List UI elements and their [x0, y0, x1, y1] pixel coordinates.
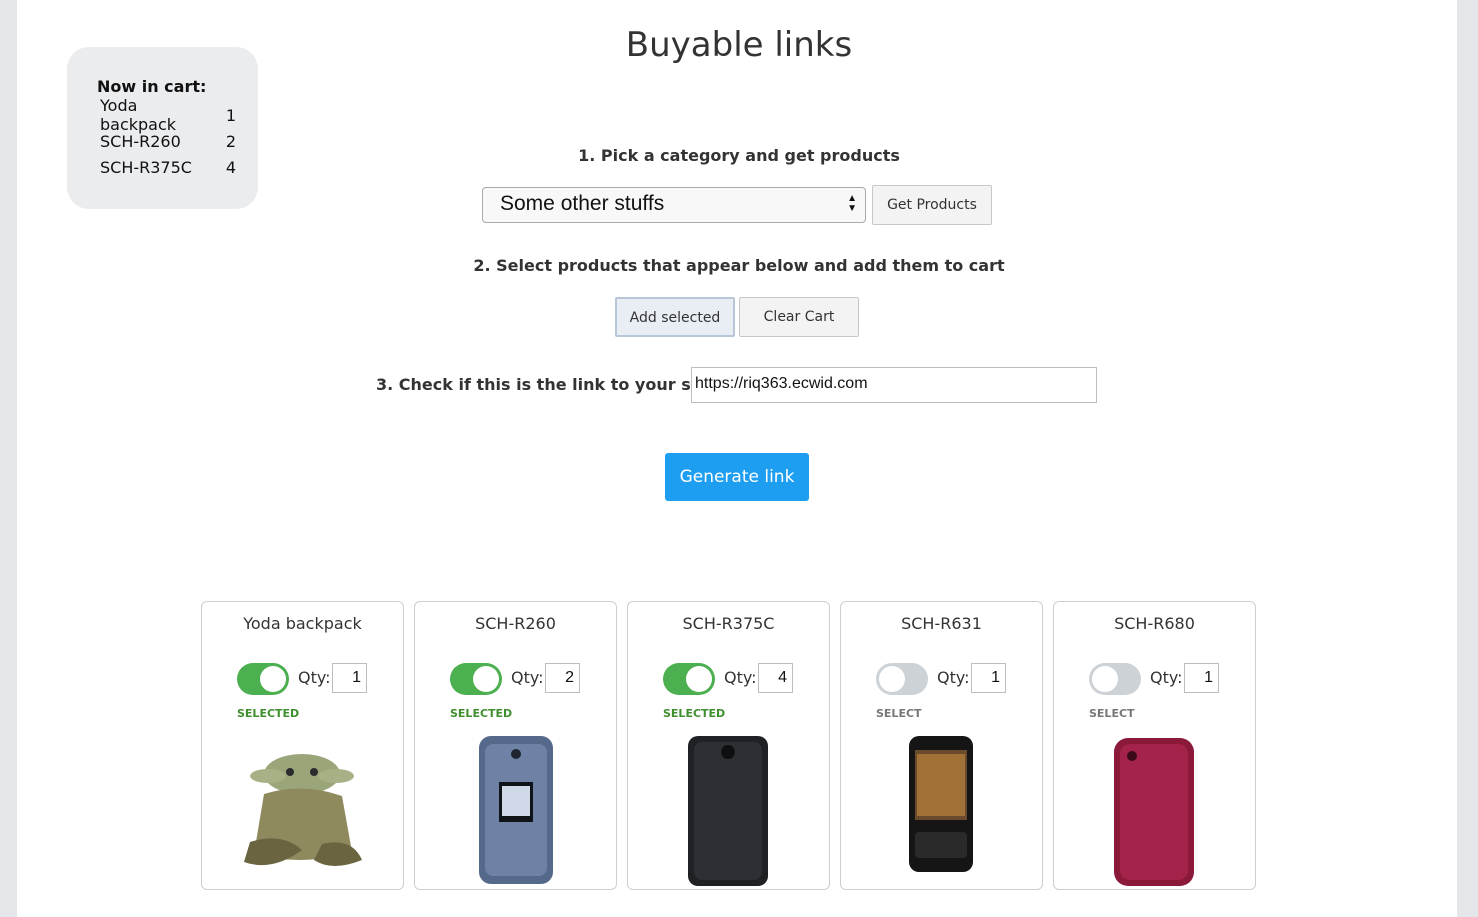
- category-select-value: Some other stuffs: [500, 192, 665, 215]
- red-phone-image: [1114, 738, 1194, 886]
- page-title: Buyable links: [625, 25, 853, 65]
- cart-summary: Now in cart: Yoda backpack 1 SCH-R260 2 …: [67, 47, 258, 209]
- get-products-button[interactable]: Get Products: [872, 185, 992, 225]
- product-card: SCH-R260 Qty: 2 SELECTED: [414, 601, 617, 890]
- clear-cart-button[interactable]: Clear Cart: [739, 297, 859, 337]
- qty-label: Qty:: [1150, 668, 1183, 687]
- cart-item-name: Yoda backpack: [100, 96, 177, 134]
- select-toggle[interactable]: [450, 663, 502, 695]
- product-name: SCH-R631: [901, 614, 982, 633]
- selection-status: SELECT: [1089, 707, 1135, 720]
- flip-phone-image: [479, 736, 553, 884]
- product-card: SCH-R680 Qty: 1 SELECT: [1053, 601, 1256, 890]
- product-card: SCH-R375C Qty: 4 SELECTED: [627, 601, 830, 890]
- selection-status: SELECTED: [663, 707, 726, 720]
- step2-label: 2. Select products that appear below and…: [473, 256, 1005, 275]
- store-url-input[interactable]: https://riq363.ecwid.com: [691, 367, 1097, 403]
- cart-title: Now in cart:: [97, 77, 207, 96]
- category-select[interactable]: Some other stuffs ▲ ▼: [482, 187, 866, 223]
- cart-item-qty: 1: [225, 105, 236, 125]
- select-toggle[interactable]: [663, 663, 715, 695]
- product-card: SCH-R631 Qty: 1 SELECT: [840, 601, 1043, 890]
- qty-label: Qty:: [937, 668, 970, 687]
- flip-phone-back-image: [688, 736, 768, 886]
- yoda-backpack-image: [244, 754, 362, 866]
- generate-link-button[interactable]: Generate link: [665, 453, 809, 501]
- select-arrows-icon: ▲ ▼: [847, 193, 857, 214]
- qty-input[interactable]: 4: [758, 663, 793, 693]
- product-name: SCH-R260: [475, 614, 556, 633]
- product-name: Yoda backpack: [243, 614, 362, 633]
- add-selected-button[interactable]: Add selected: [615, 297, 735, 337]
- qty-input[interactable]: 1: [1184, 663, 1219, 693]
- qty-label: Qty:: [298, 668, 331, 687]
- qty-label: Qty:: [511, 668, 544, 687]
- selection-status: SELECTED: [450, 707, 513, 720]
- step3-label: 3. Check if this is the link to your sto…: [376, 375, 735, 394]
- product-card: Yoda backpack Qty: 1 SELECTED: [201, 601, 404, 890]
- selection-status: SELECT: [876, 707, 922, 720]
- qty-label: Qty:: [724, 668, 757, 687]
- select-toggle[interactable]: [876, 663, 928, 695]
- selection-status: SELECTED: [237, 707, 300, 720]
- select-toggle[interactable]: [237, 663, 289, 695]
- qty-input[interactable]: 1: [332, 663, 367, 693]
- select-toggle[interactable]: [1089, 663, 1141, 695]
- qty-input[interactable]: 1: [971, 663, 1006, 693]
- qty-input[interactable]: 2: [545, 663, 580, 693]
- touch-phone-image: [909, 736, 973, 872]
- product-name: SCH-R680: [1114, 614, 1195, 633]
- cart-item: Yoda backpack 1: [97, 96, 258, 134]
- step1-label: 1. Pick a category and get products: [578, 146, 900, 165]
- product-name: SCH-R375C: [682, 614, 775, 633]
